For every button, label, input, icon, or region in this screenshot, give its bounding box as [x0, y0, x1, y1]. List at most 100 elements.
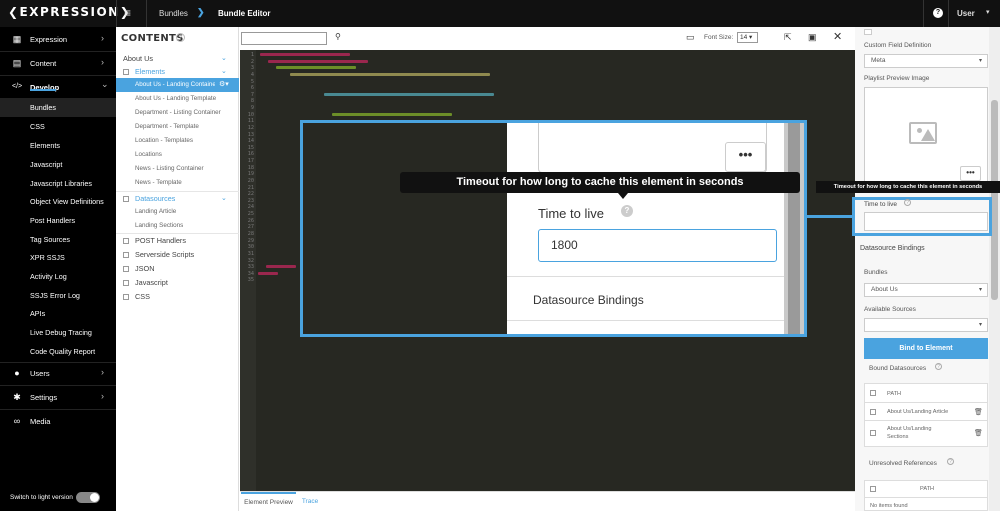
tree-element-item[interactable]: About Us - Landing Container ⚙▾ — [116, 78, 239, 92]
select-all-checkbox[interactable] — [870, 390, 876, 396]
tree-css[interactable]: CSS — [116, 290, 239, 304]
font-size-select[interactable]: 14 ▾ — [737, 32, 758, 43]
help-icon[interactable]: ? — [904, 199, 911, 206]
subnav-post-handlers[interactable]: Post Handlers — [0, 211, 116, 230]
editor-tabs: Element Preview Trace — [240, 491, 855, 511]
tree-element-item[interactable]: News - Listing Container — [116, 162, 239, 176]
line-number: 7 — [250, 91, 254, 98]
checkbox[interactable] — [864, 29, 872, 35]
available-sources-label: Available Sources — [864, 306, 916, 313]
hamburger-icon[interactable]: ≡ — [124, 6, 131, 20]
subnav-xpr-ssjs[interactable]: XPR SSJS — [0, 248, 116, 267]
tree-serverside-scripts[interactable]: Serverside Scripts — [116, 248, 239, 262]
cube-icon: ▦ — [12, 34, 22, 44]
subnav-css[interactable]: CSS — [0, 117, 116, 136]
subnav-ssjs-error-log[interactable]: SSJS Error Log — [0, 286, 116, 305]
subnav-code-quality-report[interactable]: Code Quality Report — [0, 342, 116, 361]
subnav-tag-sources[interactable]: Tag Sources — [0, 230, 116, 249]
bundles-select[interactable]: About Us ▾ — [864, 283, 988, 297]
nav-item-expression[interactable]: ▦ Expression › — [0, 30, 116, 48]
light-version-toggle[interactable] — [76, 492, 100, 503]
scrollbar-thumb[interactable] — [788, 123, 800, 334]
bind-to-element-button[interactable]: Bind to Element — [864, 338, 988, 359]
available-sources-select[interactable]: ▾ — [864, 318, 988, 332]
zoomed-properties-panel: ••• Time to live ? 1800 Datasource Bindi… — [507, 123, 784, 334]
tree-label: About Us - Landing Container — [135, 81, 215, 88]
table-row[interactable]: About Us/Landing Sections 🗑 — [865, 421, 987, 446]
nav-item-content[interactable]: ▤ Content › — [0, 54, 116, 72]
line-number: 6 — [250, 85, 254, 92]
tree-datasources[interactable]: Datasources ⌄ — [116, 192, 239, 206]
nav-item-media[interactable]: ∞ Media — [0, 412, 116, 430]
close-icon[interactable]: ✕ — [833, 30, 842, 43]
time-to-live-input[interactable] — [864, 212, 988, 231]
row-checkbox[interactable] — [870, 430, 876, 436]
nav-label: Media — [30, 417, 51, 426]
subnav-javascript-libraries[interactable]: Javascript Libraries — [0, 174, 116, 193]
tree-datasource-item[interactable]: Landing Sections — [116, 219, 239, 233]
tree-label: Location - Templates — [135, 137, 193, 144]
line-number: 26 — [247, 217, 254, 224]
tree-datasource-item[interactable]: Landing Article — [116, 205, 239, 219]
tree-json[interactable]: JSON — [116, 262, 239, 276]
help-icon[interactable]: ? — [947, 458, 954, 465]
breadcrumb-bundles[interactable]: Bundles — [159, 9, 188, 18]
nav-item-settings[interactable]: ✱ Settings › — [0, 388, 116, 406]
trash-icon[interactable]: 🗑 — [974, 429, 983, 437]
time-to-live-input[interactable]: 1800 — [538, 229, 777, 262]
tree-element-item[interactable]: News - Template — [116, 176, 239, 190]
user-menu-button[interactable]: User — [957, 9, 975, 18]
custom-field-select[interactable]: Meta ▾ — [864, 54, 988, 68]
help-icon[interactable]: ? — [935, 363, 942, 370]
monitor-icon[interactable]: ▭ — [686, 32, 695, 43]
subnav-live-debug-tracing[interactable]: Live Debug Tracing — [0, 323, 116, 342]
tree-javascript[interactable]: Javascript — [116, 276, 239, 290]
tree-elements[interactable]: Elements ⌄ — [116, 65, 239, 79]
image-placeholder-icon — [909, 122, 937, 144]
expression-logo[interactable]: ❮EXPRESSION❯ — [8, 5, 131, 19]
subnav-apis[interactable]: APIs — [0, 304, 116, 323]
search-icon[interactable]: ⚲ — [335, 32, 341, 41]
tab-element-preview[interactable]: Element Preview — [241, 492, 296, 511]
more-options-button[interactable]: ••• — [725, 142, 766, 172]
line-number: 16 — [247, 151, 254, 158]
more-options-button[interactable]: ••• — [960, 166, 981, 181]
empty-state-text: No items found — [870, 503, 908, 509]
tree-element-item[interactable]: Department - Listing Container — [116, 106, 239, 120]
external-link-icon[interactable]: ⇱ — [784, 32, 792, 43]
select-all-checkbox[interactable] — [870, 486, 876, 492]
trash-icon[interactable]: 🗑 — [974, 408, 983, 416]
subnav-label: Object View Definitions — [30, 197, 104, 206]
tree-post-handlers[interactable]: POST Handlers — [116, 234, 239, 248]
tree-about-us[interactable]: About Us ⌄ — [116, 52, 239, 66]
chevron-down-icon[interactable]: ▾ — [986, 8, 990, 16]
nav-item-develop[interactable]: </> Develop ⌄ — [0, 78, 116, 96]
tree-element-item[interactable]: Location - Templates — [116, 134, 239, 148]
help-icon[interactable]: ? — [933, 8, 943, 18]
scrollbar-thumb[interactable] — [991, 100, 998, 300]
subnav-label: APIs — [30, 309, 46, 318]
save-icon[interactable]: ▣ — [808, 32, 817, 43]
subnav-elements[interactable]: Elements — [0, 136, 116, 155]
help-icon[interactable]: ? — [176, 33, 185, 42]
subnav-javascript[interactable]: Javascript — [0, 155, 116, 174]
search-input[interactable] — [241, 32, 327, 45]
tab-trace[interactable]: Trace — [298, 492, 322, 511]
tree-label: Elements — [135, 67, 165, 76]
toggle-knob — [90, 493, 99, 502]
subnav-object-view-definitions[interactable]: Object View Definitions — [0, 192, 116, 211]
help-icon[interactable]: ? — [621, 205, 633, 217]
tree-element-item[interactable]: About Us - Landing Template — [116, 92, 239, 106]
tree-element-item[interactable]: Locations — [116, 148, 239, 162]
code-line — [266, 265, 296, 269]
subnav-label: Post Handlers — [30, 216, 76, 225]
subnav-activity-log[interactable]: Activity Log — [0, 267, 116, 286]
table-row[interactable]: About Us/Landing Article 🗑 — [865, 403, 987, 421]
nav-item-users[interactable]: ● Users › — [0, 364, 116, 382]
tree-element-item[interactable]: Department - Template — [116, 120, 239, 134]
row-checkbox[interactable] — [870, 409, 876, 415]
line-number: 17 — [247, 158, 254, 165]
scrollbar[interactable] — [784, 123, 804, 334]
gear-icon[interactable]: ⚙▾ — [219, 80, 229, 88]
subnav-bundles[interactable]: Bundles — [0, 98, 116, 117]
